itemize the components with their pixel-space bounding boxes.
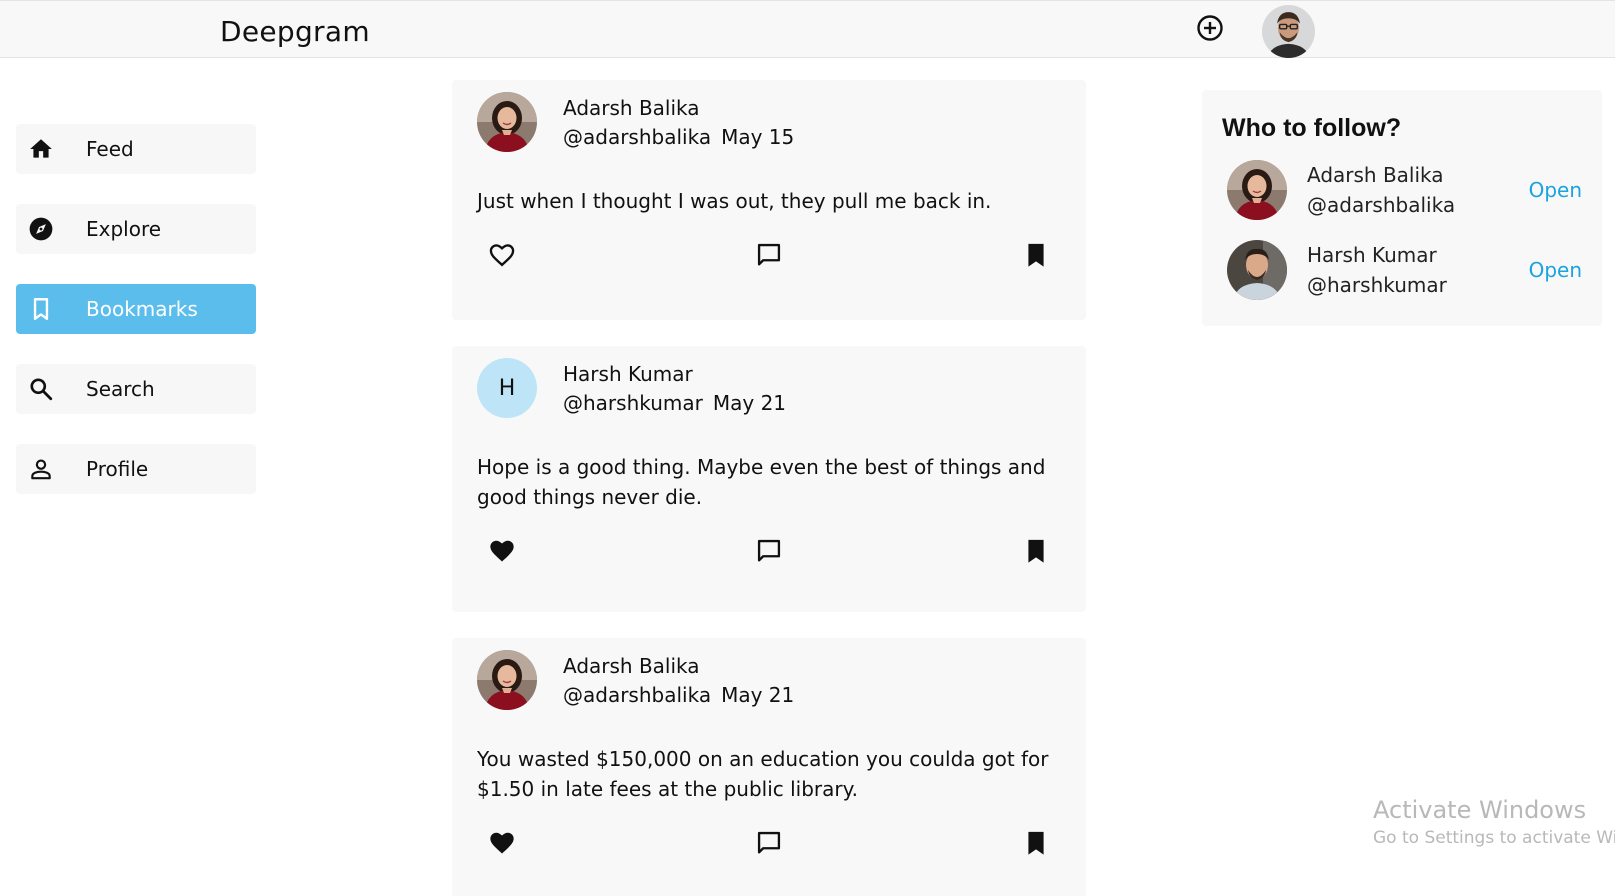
author-avatar[interactable]: H	[477, 358, 537, 418]
post-date: May 21	[712, 391, 787, 415]
post-card: Adarsh Balika @adarshbalika May 21 You wa…	[452, 638, 1086, 896]
post-date: May 15	[721, 125, 795, 149]
post-date: May 21	[721, 683, 795, 707]
comment-icon[interactable]	[754, 828, 784, 858]
home-icon	[28, 136, 54, 162]
who-to-follow-card: Who to follow? Adarsh Balika @adarshbali…	[1202, 90, 1602, 326]
bookmark-filled-icon[interactable]	[1021, 536, 1051, 566]
follow-item: Harsh Kumar @harshkumar Open	[1222, 237, 1582, 303]
follow-item: Adarsh Balika @adarshbalika Open	[1222, 157, 1582, 223]
author-name[interactable]: Adarsh Balika	[563, 652, 794, 680]
author-handle: @harshkumar	[563, 391, 703, 415]
author-avatar[interactable]	[477, 92, 537, 152]
top-header: Deepgram	[0, 0, 1615, 58]
watermark-subtitle: Go to Settings to activate Windows.	[1373, 828, 1615, 848]
sidebar-item-bookmarks[interactable]: Bookmarks	[16, 284, 256, 334]
sidebar-item-label: Bookmarks	[86, 297, 198, 321]
user-avatar[interactable]	[1262, 5, 1315, 58]
open-profile-link[interactable]: Open	[1529, 178, 1582, 202]
sidebar-item-explore[interactable]: Explore	[16, 204, 256, 254]
brand-logo[interactable]: Deepgram	[220, 15, 370, 48]
feed-list: Adarsh Balika @adarshbalika May 15 Just w…	[452, 80, 1086, 896]
author-handle: @adarshbalika	[563, 125, 712, 149]
follow-avatar[interactable]	[1227, 160, 1287, 220]
comment-icon[interactable]	[754, 240, 784, 270]
open-profile-link[interactable]: Open	[1529, 258, 1582, 282]
post-text: Hope is a good thing. Maybe even the bes…	[477, 455, 1046, 509]
sidebar-item-feed[interactable]: Feed	[16, 124, 256, 174]
sidebar-item-label: Search	[86, 377, 155, 401]
watermark-title: Activate Windows	[1373, 796, 1587, 824]
follow-title: Who to follow?	[1222, 114, 1402, 142]
post-text: Just when I thought I was out, they pull…	[477, 189, 992, 213]
sidebar-item-label: Profile	[86, 457, 149, 481]
comment-icon[interactable]	[754, 536, 784, 566]
author-name[interactable]: Adarsh Balika	[563, 94, 794, 122]
heart-filled-icon[interactable]	[487, 536, 517, 566]
author-avatar[interactable]	[477, 650, 537, 710]
compass-icon	[28, 216, 54, 242]
search-icon	[28, 376, 54, 402]
follow-name: Harsh Kumar	[1307, 243, 1437, 267]
activation-watermark: Activate Windows Go to Settings to activ…	[1373, 796, 1615, 848]
follow-name: Adarsh Balika	[1307, 163, 1444, 187]
author-name[interactable]: Harsh Kumar	[563, 360, 786, 388]
author-handle: @adarshbalika	[563, 683, 712, 707]
bookmark-filled-icon[interactable]	[1021, 240, 1051, 270]
heart-filled-icon[interactable]	[487, 828, 517, 858]
sidebar-item-profile[interactable]: Profile	[16, 444, 256, 494]
follow-handle: @adarshbalika	[1307, 193, 1456, 217]
sidebar-item-label: Feed	[86, 137, 134, 161]
follow-avatar[interactable]	[1227, 240, 1287, 300]
follow-handle: @harshkumar	[1307, 273, 1447, 297]
bookmark-filled-icon[interactable]	[1021, 828, 1051, 858]
post-text: You wasted $150,000 on an education you …	[477, 747, 1049, 801]
plus-circle-icon[interactable]	[1195, 13, 1225, 43]
sidebar-nav: Feed Explore Bookmarks Search Profile	[16, 124, 256, 524]
post-card: H Harsh Kumar @harshkumar May 21 Hope is …	[452, 346, 1086, 612]
post-card: Adarsh Balika @adarshbalika May 15 Just w…	[452, 80, 1086, 320]
sidebar-item-label: Explore	[86, 217, 162, 241]
bookmark-icon	[28, 296, 54, 322]
sidebar-item-search[interactable]: Search	[16, 364, 256, 414]
person-icon	[28, 456, 54, 482]
heart-outline-icon[interactable]	[487, 240, 517, 270]
